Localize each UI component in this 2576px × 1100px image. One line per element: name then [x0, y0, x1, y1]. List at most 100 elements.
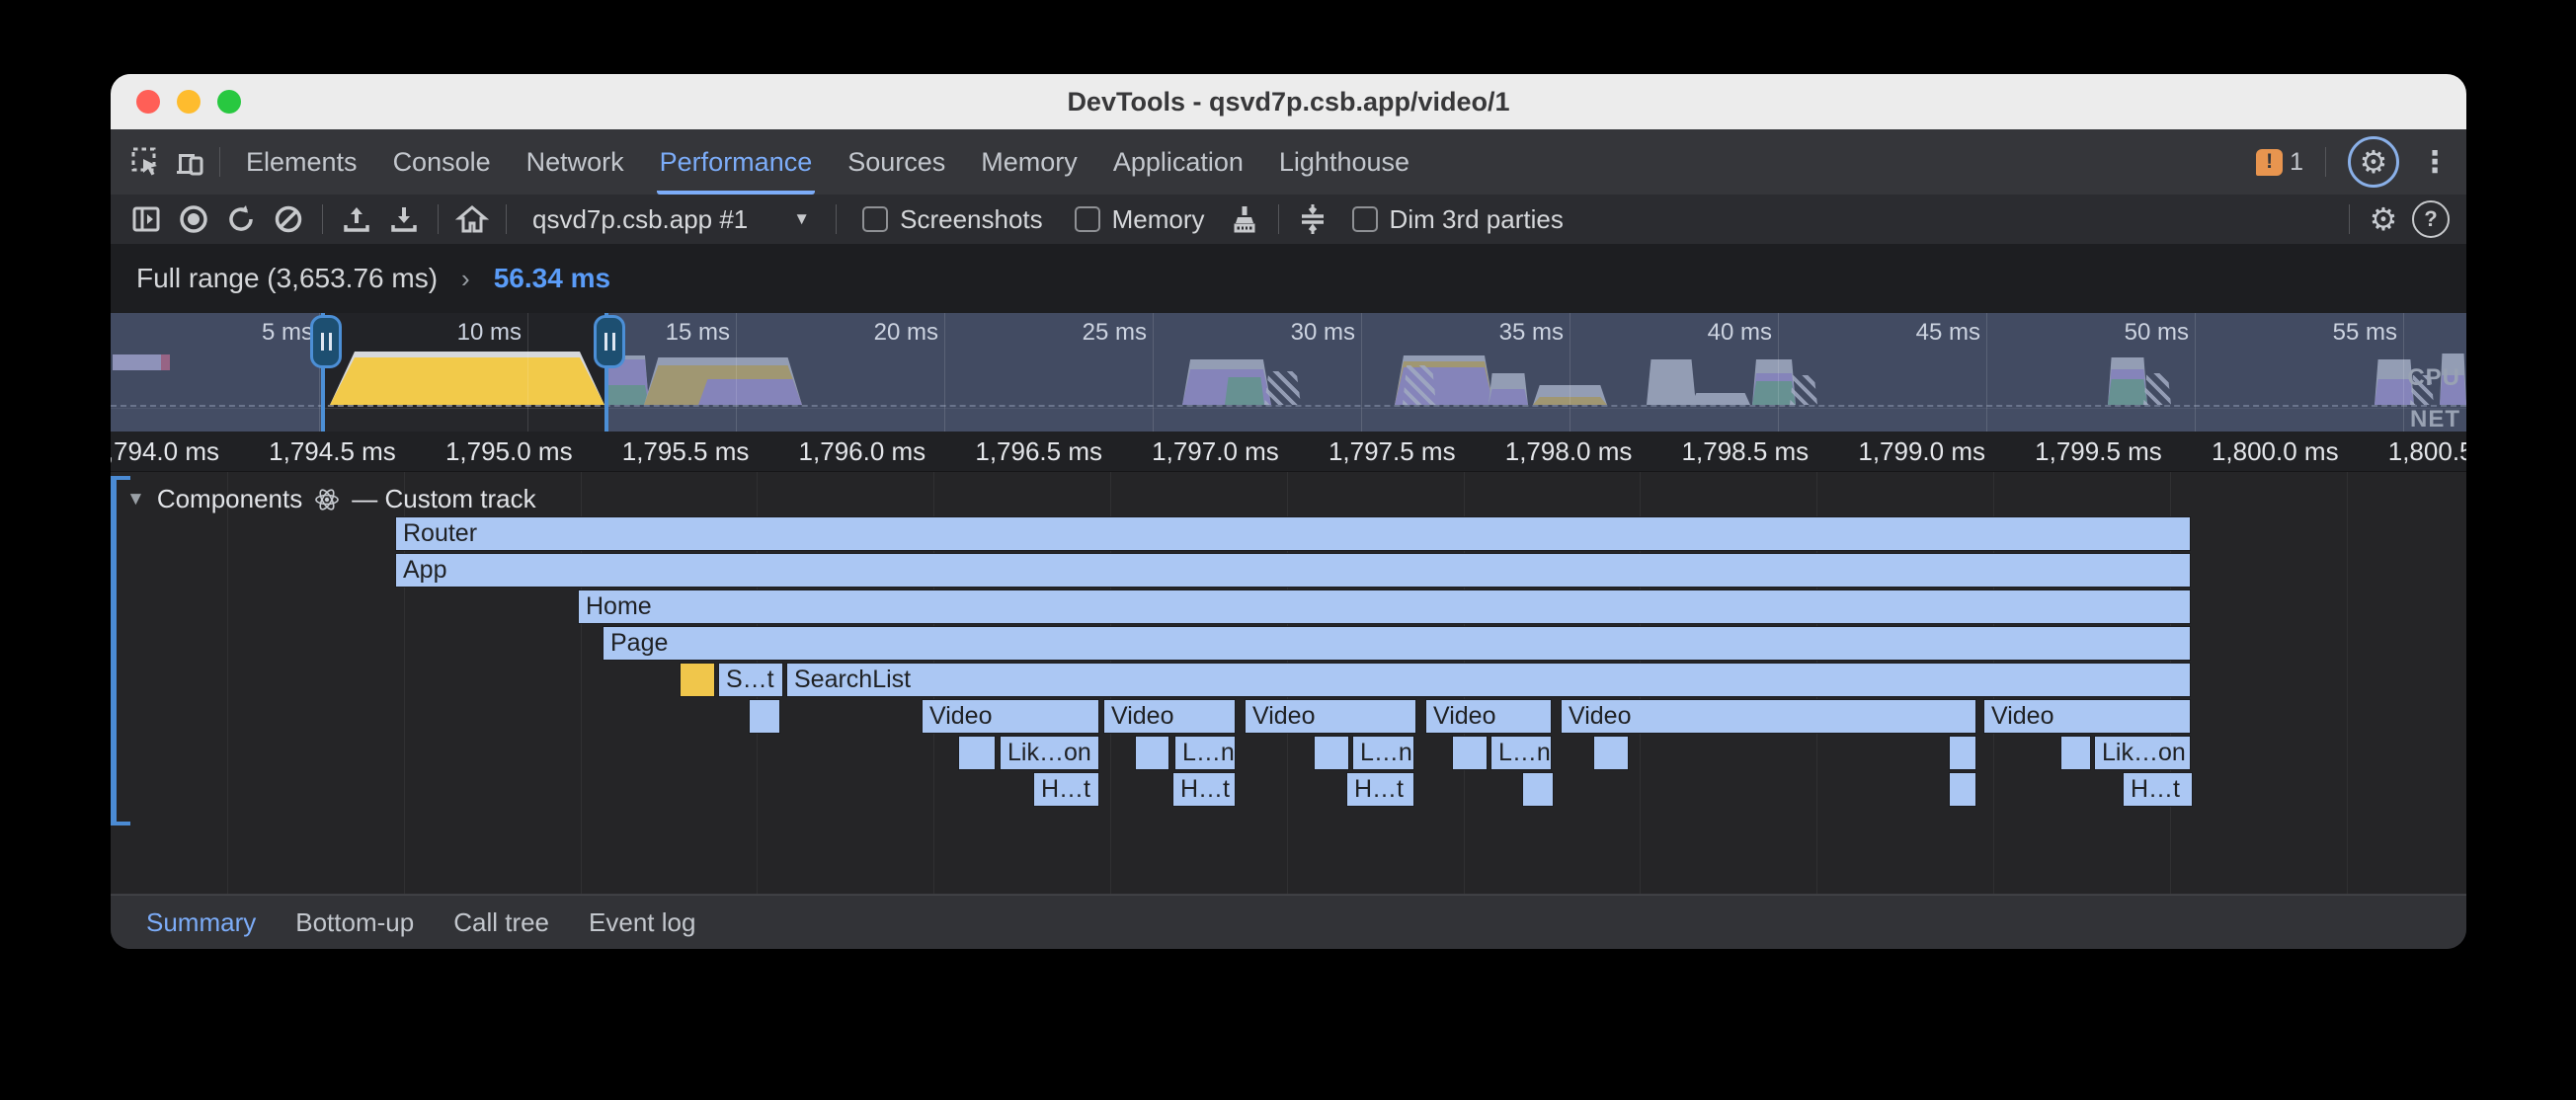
flame-bar[interactable]: [1949, 772, 1976, 807]
breadcrumb-full-range[interactable]: Full range (3,653.76 ms): [136, 263, 438, 294]
bottom-tab-bottomup[interactable]: Bottom-up: [291, 896, 418, 949]
divider: [322, 204, 323, 234]
zoom-button[interactable]: [217, 90, 241, 114]
ruler-tick: [944, 313, 945, 432]
issue-icon: !: [2256, 149, 2283, 176]
flame-bar-video[interactable]: Video: [1983, 699, 2191, 734]
flame-bar-ln[interactable]: L…n: [1490, 736, 1552, 770]
flame-bar-ht[interactable]: H…t: [1033, 772, 1099, 807]
axis-label: 1,795.0 ms: [385, 436, 573, 467]
track-header[interactable]: ▼ Components — Custom track: [126, 484, 536, 514]
flame-bar-video[interactable]: Video: [1245, 699, 1416, 734]
flame-bar-st[interactable]: S…t: [718, 663, 783, 697]
flame-bar-likon[interactable]: Lik…on: [1000, 736, 1099, 770]
bottom-tab-eventlog[interactable]: Event log: [585, 896, 699, 949]
flame-bar-video[interactable]: Video: [922, 699, 1099, 734]
flame-bar-ht[interactable]: H…t: [1346, 772, 1414, 807]
upload-profile-icon[interactable]: [335, 198, 378, 240]
titlebar: DevTools - qsvd7p.csb.app/video/1: [111, 74, 2466, 129]
flame-bar[interactable]: [958, 736, 996, 770]
dim-3rd-parties-checkbox[interactable]: Dim 3rd parties: [1352, 204, 1564, 235]
axis-label: 1,796.0 ms: [738, 436, 926, 467]
flame-bar-app[interactable]: App: [395, 553, 2191, 588]
track-selection-bracket: [111, 476, 130, 825]
minimize-button[interactable]: [177, 90, 201, 114]
tab-elements[interactable]: Elements: [243, 129, 361, 195]
checkbox-label: Screenshots: [900, 204, 1043, 235]
timeline-overview[interactable]: CPU NET 5 ms10 ms15 ms20 ms25 ms30 ms35 …: [111, 313, 2466, 432]
flame-bar[interactable]: [1135, 736, 1169, 770]
tab-memory[interactable]: Memory: [978, 129, 1081, 195]
selection-handle-left-knob[interactable]: [310, 315, 342, 368]
device-toolbar-icon[interactable]: [168, 141, 211, 183]
cpu-lane-label: CPU: [2407, 364, 2460, 392]
toggle-sidebar-icon[interactable]: [124, 198, 168, 240]
bottom-tab-calltree[interactable]: Call tree: [449, 896, 553, 949]
kebab-menu[interactable]: ⋮: [2413, 141, 2456, 183]
close-button[interactable]: [136, 90, 160, 114]
target-selector[interactable]: qsvd7p.csb.app #1 ▼: [519, 204, 824, 235]
flame-bar[interactable]: [2060, 736, 2091, 770]
flame-bar[interactable]: [1593, 736, 1629, 770]
memory-checkbox[interactable]: Memory: [1075, 204, 1205, 235]
tab-console[interactable]: Console: [390, 129, 494, 195]
tab-network[interactable]: Network: [523, 129, 627, 195]
tab-lighthouse[interactable]: Lighthouse: [1276, 129, 1412, 195]
tab-sources[interactable]: Sources: [845, 129, 948, 195]
divider: [438, 204, 439, 234]
flame-bar-page[interactable]: Page: [603, 626, 2191, 661]
kebab-icon: ⋮: [2420, 145, 2450, 180]
issues-badge[interactable]: ! 1: [2256, 148, 2303, 177]
ruler-label: 10 ms: [363, 319, 522, 347]
flame-bar[interactable]: [1452, 736, 1488, 770]
flame-bar[interactable]: [1949, 736, 1976, 770]
ruler-tick: [527, 313, 528, 432]
flame-bar[interactable]: [680, 663, 715, 697]
shortcuts-panel-icon[interactable]: [1291, 198, 1334, 240]
bottom-tab-summary[interactable]: Summary: [142, 896, 260, 949]
flame-bar-ht[interactable]: H…t: [1172, 772, 1236, 807]
flame-bar-ln[interactable]: L…n: [1174, 736, 1236, 770]
record-icon[interactable]: [172, 198, 215, 240]
reload-record-icon[interactable]: [219, 198, 263, 240]
flame-bar-ln[interactable]: L…n: [1352, 736, 1414, 770]
tab-application[interactable]: Application: [1110, 129, 1247, 195]
settings-button-active[interactable]: ⚙: [2348, 136, 2399, 188]
flame-bar-video[interactable]: Video: [1103, 699, 1236, 734]
inspect-element-icon[interactable]: [124, 141, 168, 183]
collect-garbage-icon[interactable]: [1223, 198, 1266, 240]
track-suffix: — Custom track: [352, 484, 535, 514]
flame-bar[interactable]: [1314, 736, 1349, 770]
devtools-tabbar: Elements Console Network Performance Sources…: [111, 129, 2466, 195]
flame-bar-likon[interactable]: Lik…on: [2094, 736, 2191, 770]
divider: [219, 147, 220, 177]
axis-label: 1,798.0 ms: [1444, 436, 1632, 467]
screenshots-checkbox[interactable]: Screenshots: [862, 204, 1043, 235]
flame-bar-home[interactable]: Home: [578, 589, 2191, 624]
flame-bar-searchlist[interactable]: SearchList: [786, 663, 2191, 697]
panel-tabs: Elements Console Network Performance Sources…: [228, 129, 1427, 195]
time-axis: 1,794.0 ms1,794.5 ms1,795.0 ms1,795.5 ms…: [111, 432, 2466, 472]
checkbox-icon: [862, 206, 888, 232]
ruler-label: 40 ms: [1614, 319, 1772, 347]
selection-handle-right-knob[interactable]: [594, 315, 625, 368]
flame-bar[interactable]: [749, 699, 780, 734]
home-icon[interactable]: [450, 198, 494, 240]
axis-label: 1,799.0 ms: [1798, 436, 1985, 467]
bottom-tabbar: Summary Bottom-up Call tree Event log: [111, 895, 2466, 949]
flame-bar-router[interactable]: Router: [395, 516, 2191, 551]
ruler-tick: [736, 313, 737, 432]
react-atom-icon: [314, 487, 340, 512]
flame-bar-ht[interactable]: H…t: [2123, 772, 2193, 807]
help-icon[interactable]: ?: [2409, 198, 2453, 240]
flame-bar-video[interactable]: Video: [1561, 699, 1976, 734]
flame-bar-video[interactable]: Video: [1425, 699, 1552, 734]
flame-chart[interactable]: ▼ Components — Custom track RouterAppHom…: [111, 472, 2466, 895]
clear-icon[interactable]: [267, 198, 310, 240]
ruler-tick: [1986, 313, 1987, 432]
flame-bar[interactable]: [1522, 772, 1554, 807]
download-profile-icon[interactable]: [382, 198, 426, 240]
breadcrumb-selected-range[interactable]: 56.34 ms: [494, 263, 610, 294]
tab-performance[interactable]: Performance: [657, 129, 816, 195]
capture-settings-gear-icon[interactable]: ⚙: [2362, 198, 2405, 240]
